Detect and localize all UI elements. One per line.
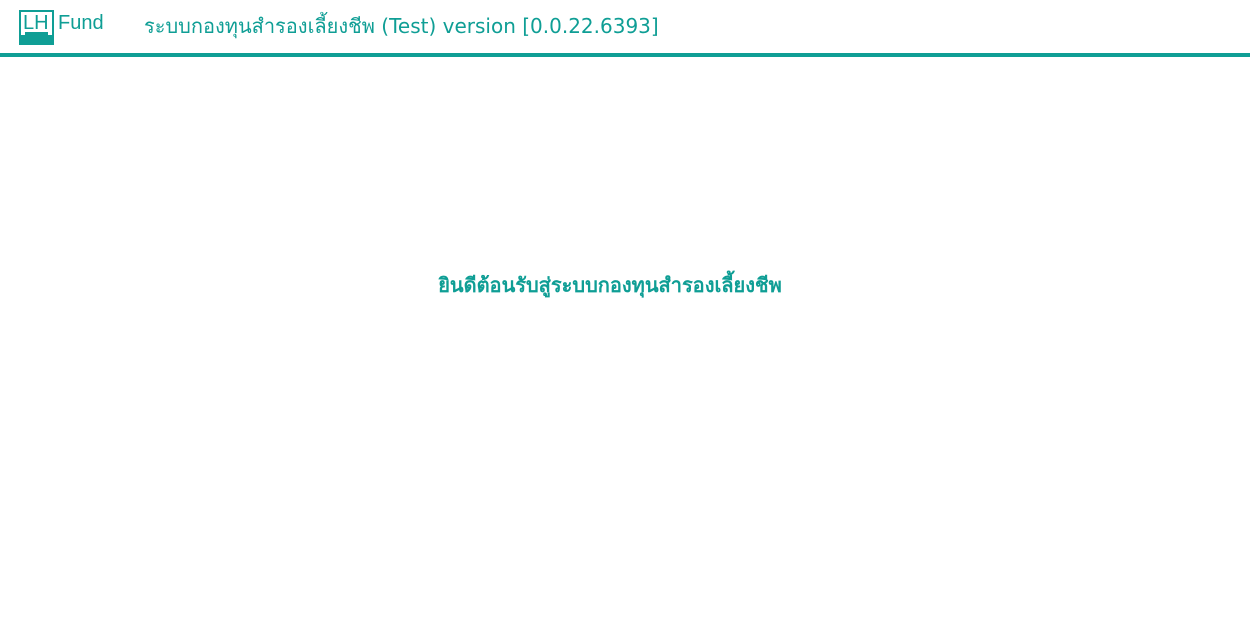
lh-fund-logo[interactable]: LH Fund	[19, 10, 104, 48]
main-content: ยินดีต้อนรับสู่ระบบกองทุนสำรองเลี้ยงชีพ	[0, 57, 1250, 627]
app-title: ระบบกองทุนสำรองเลี้ยงชีพ (Test) version …	[144, 14, 659, 38]
welcome-message: ยินดีต้อนรับสู่ระบบกองทุนสำรองเลี้ยงชีพ	[438, 273, 782, 297]
app-header: LH Fund ระบบกองทุนสำรองเลี้ยงชีพ (Test) …	[0, 0, 1250, 57]
logo-brand-text: Fund	[58, 12, 104, 34]
lh-logo-mark-icon: LH	[19, 10, 54, 45]
